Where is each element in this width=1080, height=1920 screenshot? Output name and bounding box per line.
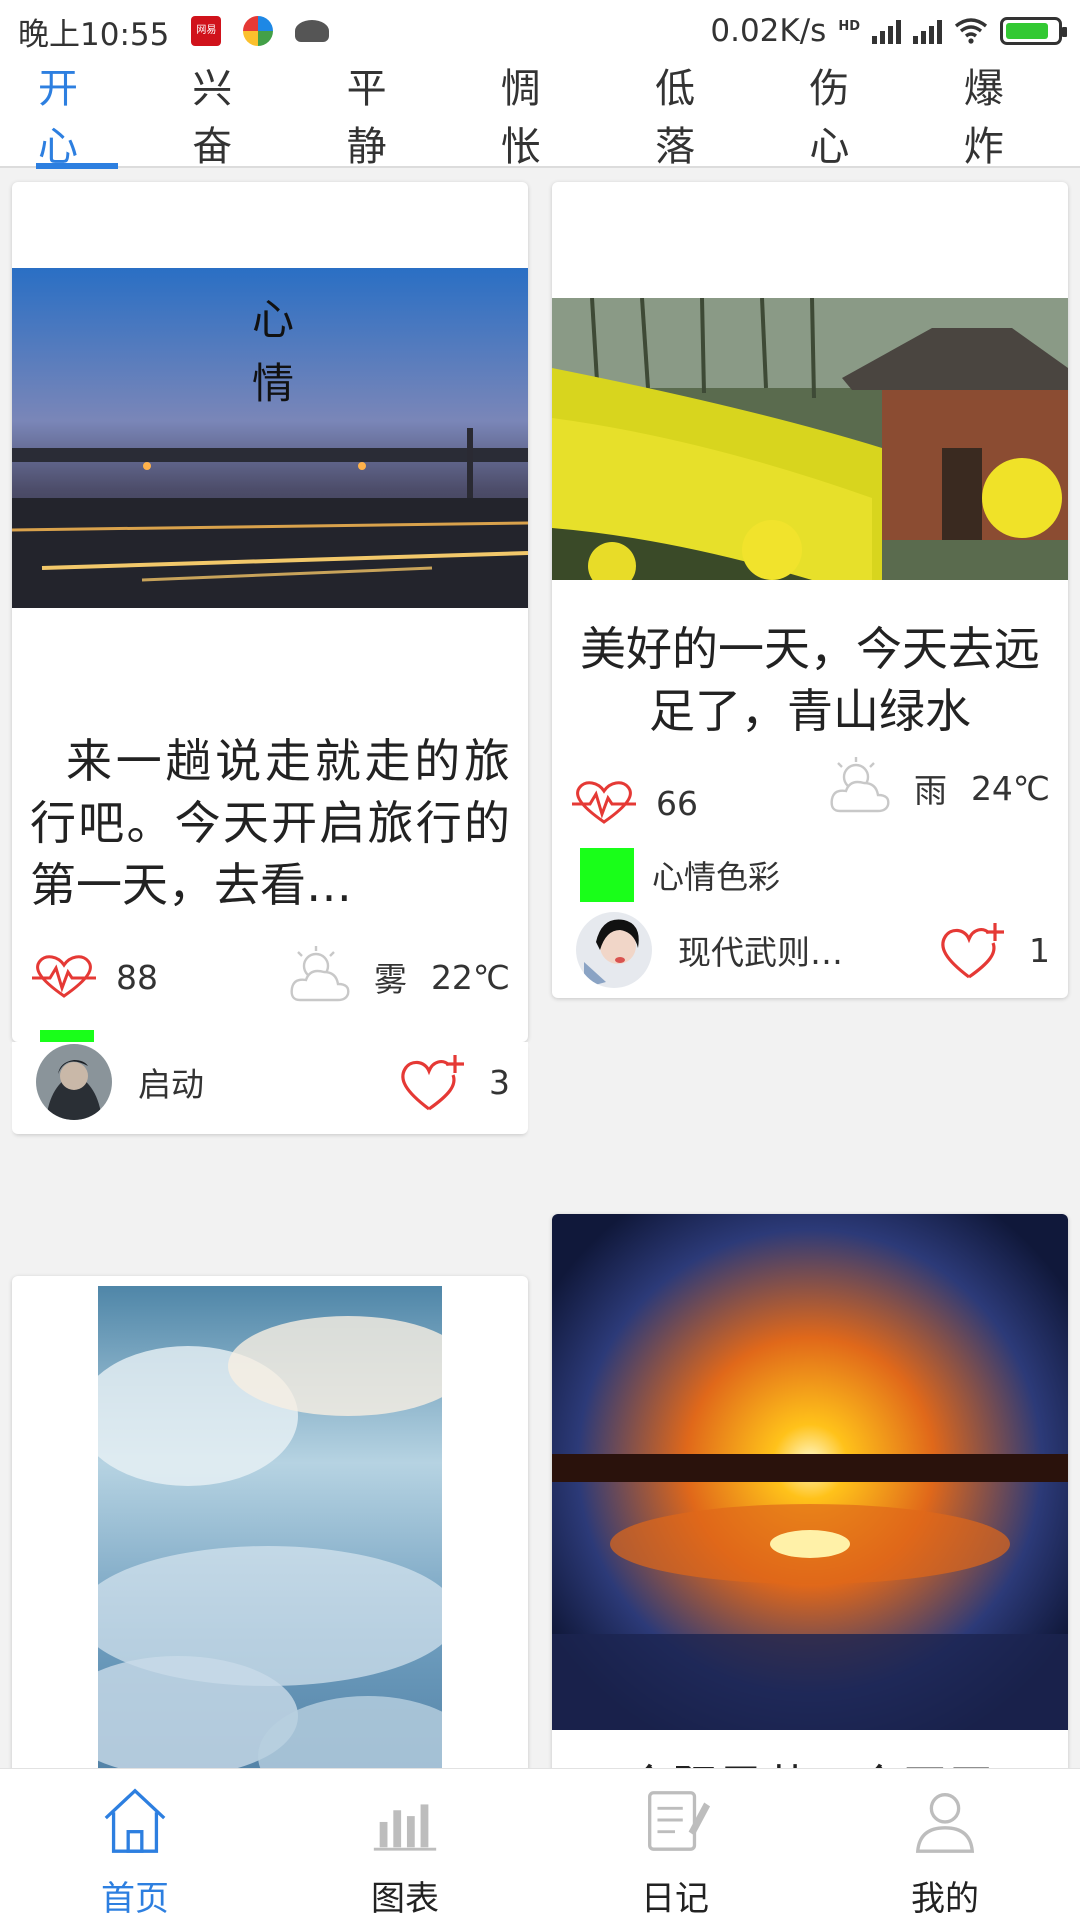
tab-5[interactable]: 伤心 bbox=[771, 61, 925, 170]
netease-music-icon: 网易 bbox=[191, 16, 222, 46]
net-speed: 0.02K/s bbox=[710, 13, 827, 49]
battery-icon bbox=[1000, 17, 1067, 45]
author-avatar[interactable] bbox=[36, 1044, 112, 1120]
card-image-countryside bbox=[552, 298, 1068, 580]
card-image-sunset bbox=[552, 1214, 1068, 1730]
tab-0[interactable]: 开心 bbox=[0, 61, 154, 170]
mood-card[interactable]: 今阳风若，今天习 bbox=[552, 1214, 1068, 1768]
weather-label: 雾 bbox=[373, 960, 407, 999]
temperature-value: 24℃ bbox=[970, 768, 1050, 808]
nav-home[interactable]: 首页 bbox=[0, 1769, 270, 1920]
bottom-nav: 首页 图表 日记 我的 bbox=[0, 1768, 1080, 1920]
home-icon bbox=[104, 1788, 166, 1853]
tab-3[interactable]: 惆怅 bbox=[463, 61, 617, 170]
temperature-value: 22℃ bbox=[430, 957, 510, 997]
author-name[interactable]: 现代武则… bbox=[678, 926, 843, 974]
card-image-clouds bbox=[98, 1286, 442, 1768]
like-count: 1 bbox=[1029, 930, 1050, 970]
card-title: 来一趟说走就走的旅行吧。今天开启旅行的第一天，去看… bbox=[30, 734, 510, 912]
heart-rate-value: 88 bbox=[116, 957, 158, 997]
nav-home-label: 首页 bbox=[101, 1879, 169, 1919]
metric-row: 88 雾 22℃ bbox=[30, 942, 510, 1012]
mood-color-row: 心情色彩 bbox=[580, 848, 780, 902]
like-heart-icon[interactable] bbox=[397, 1051, 467, 1113]
mood-card[interactable]: 美好的一天，今天去远足了，青山绿水 66 雨 24℃ 心情色彩 现代武则… 1 bbox=[552, 182, 1068, 998]
mood-color-label: 心情色彩 bbox=[652, 858, 781, 896]
mood-card-footer[interactable]: 启动 3 bbox=[12, 1042, 528, 1134]
like-heart-icon[interactable] bbox=[937, 919, 1007, 981]
chart-icon bbox=[373, 1804, 437, 1851]
mood-color-row: 心情色彩 bbox=[40, 1030, 240, 1042]
hd-badge: HD bbox=[838, 19, 860, 34]
nav-chart-label: 图表 bbox=[371, 1879, 439, 1919]
weather-label: 雨 bbox=[913, 771, 947, 810]
heartbeat-icon bbox=[572, 781, 636, 824]
signal-icon bbox=[872, 18, 901, 44]
card-title: 今阳风若，今天习 bbox=[570, 1756, 1050, 1768]
status-right: 0.02K/s HD bbox=[710, 13, 1067, 49]
cloudy-weather-icon bbox=[830, 757, 890, 813]
mood-color-swatch bbox=[580, 848, 634, 902]
heartbeat-icon bbox=[32, 955, 96, 998]
tab-6[interactable]: 爆炸 bbox=[926, 61, 1080, 170]
mood-card[interactable]: 心情 来一趟说走就走的旅行吧。今天开启旅行的第一天，去看… 88 雾 22℃ bbox=[12, 182, 528, 1042]
tab-1[interactable]: 兴奋 bbox=[154, 61, 308, 170]
nav-profile-label: 我的 bbox=[911, 1879, 979, 1919]
tab-2[interactable]: 平静 bbox=[309, 61, 463, 170]
app-notification-icon bbox=[243, 16, 274, 46]
nav-diary[interactable]: 日记 bbox=[540, 1769, 810, 1920]
card-title: 美好的一天，今天去远足了，青山绿水 bbox=[580, 622, 1040, 738]
mood-color-label: 心情色彩 bbox=[112, 1034, 240, 1042]
tab-4[interactable]: 低落 bbox=[617, 61, 771, 170]
diary-icon bbox=[648, 1791, 711, 1851]
card-image-caption: 心情 bbox=[252, 295, 295, 408]
mood-feed[interactable]: 心情 来一趟说走就走的旅行吧。今天开启旅行的第一天，去看… 88 雾 22℃ 启… bbox=[0, 170, 1080, 1768]
app-screen: 晚上10:55 网易 0.02K/s HD 开心 兴奋 平静 惆怅 低落 伤心 爆炸 bbox=[0, 0, 1080, 1920]
author-name[interactable]: 启动 bbox=[138, 1058, 204, 1106]
author-row: 启动 3 bbox=[36, 1044, 510, 1120]
mood-color-swatch bbox=[40, 1030, 94, 1042]
nav-diary-label: 日记 bbox=[641, 1879, 709, 1919]
status-bar: 晚上10:55 网易 0.02K/s HD bbox=[0, 0, 1080, 62]
signal-2-icon bbox=[913, 18, 942, 44]
author-avatar[interactable] bbox=[576, 912, 652, 988]
android-icon bbox=[295, 20, 330, 42]
like-count: 3 bbox=[489, 1062, 510, 1102]
nav-chart[interactable]: 图表 bbox=[270, 1769, 540, 1920]
profile-icon bbox=[915, 1793, 975, 1853]
metric-row: 66 雨 24℃ bbox=[570, 748, 1050, 828]
mood-tab-bar: 开心 兴奋 平静 惆怅 低落 伤心 爆炸 bbox=[0, 61, 1080, 170]
cloudy-weather-icon bbox=[290, 946, 350, 1002]
nav-profile[interactable]: 我的 bbox=[810, 1769, 1080, 1920]
heart-rate-value: 66 bbox=[656, 783, 698, 823]
mood-card[interactable] bbox=[12, 1276, 528, 1768]
clock: 晚上10:55 bbox=[18, 16, 170, 53]
wifi-icon bbox=[954, 18, 988, 44]
author-row: 现代武则… 1 bbox=[576, 912, 1050, 988]
status-left: 晚上10:55 网易 bbox=[18, 9, 330, 54]
